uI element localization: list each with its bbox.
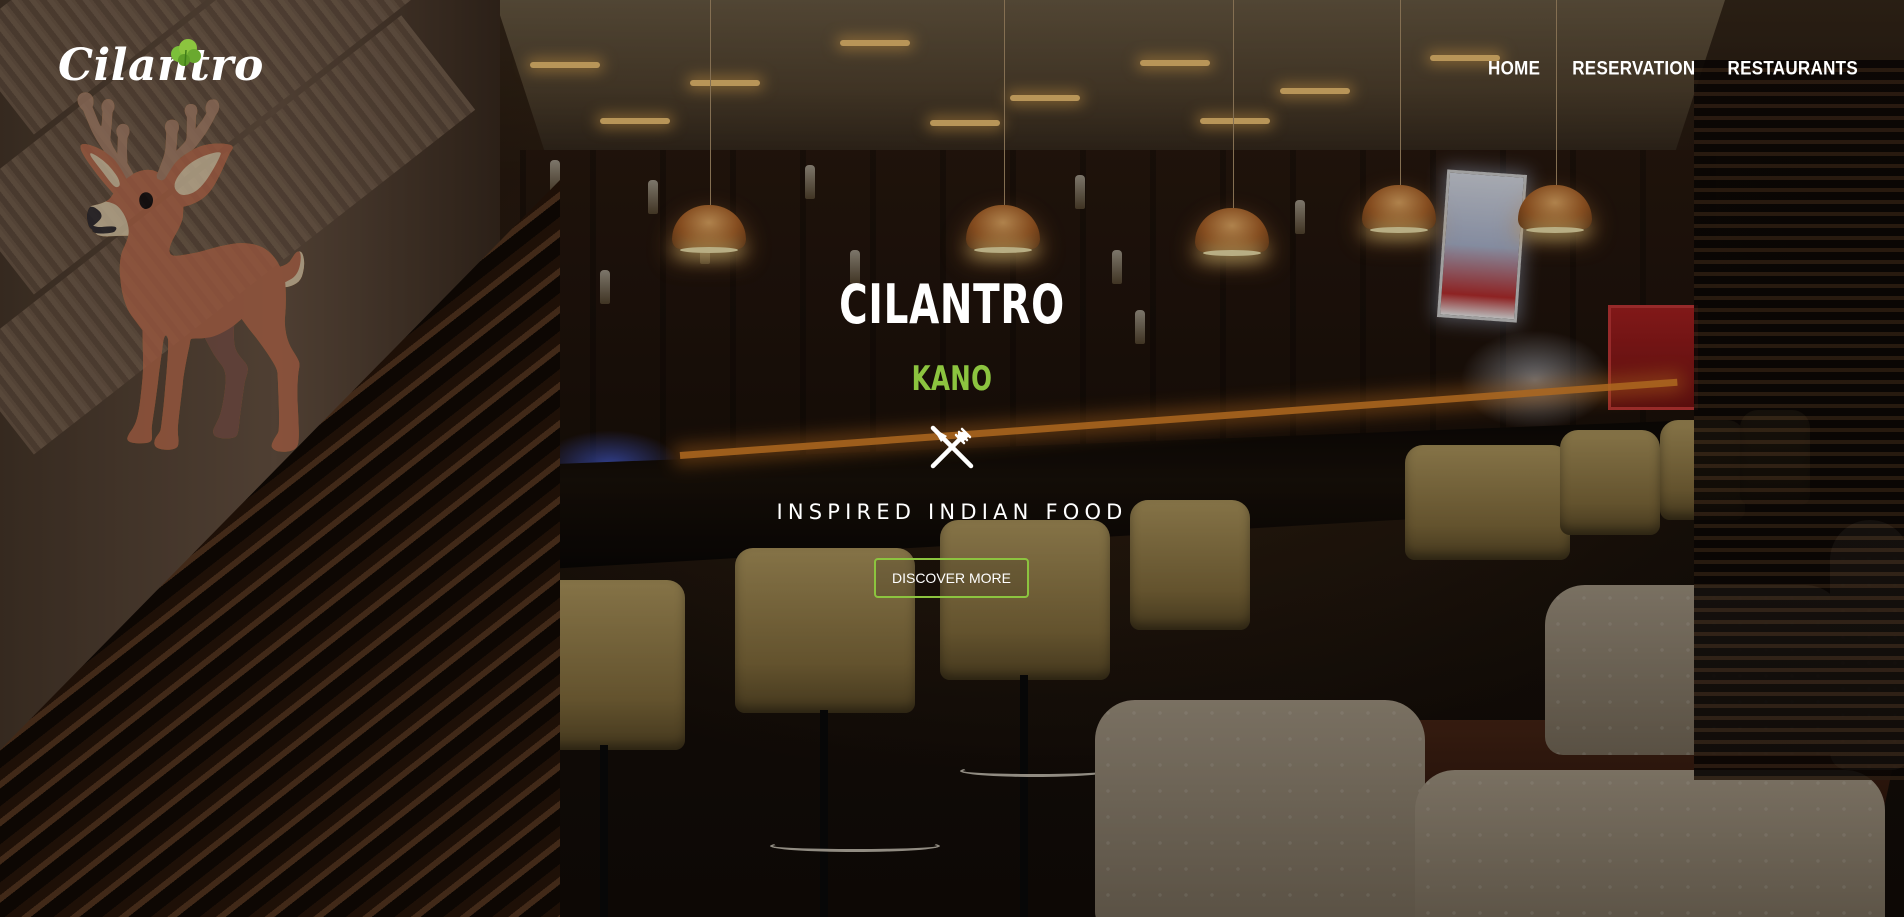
discover-more-button[interactable]: DISCOVER MORE [874,558,1029,598]
hero-section: CILANTRO KANO INSPIRED INDIAN FOOD DISCO… [0,0,1904,917]
hero-location: KANO [911,359,993,399]
hero-tagline: INSPIRED INDIAN FOOD [776,500,1128,524]
discover-more-label: DISCOVER MORE [891,570,1011,586]
hero-title: CILANTRO [839,273,1065,336]
cutlery-icon [930,425,974,469]
